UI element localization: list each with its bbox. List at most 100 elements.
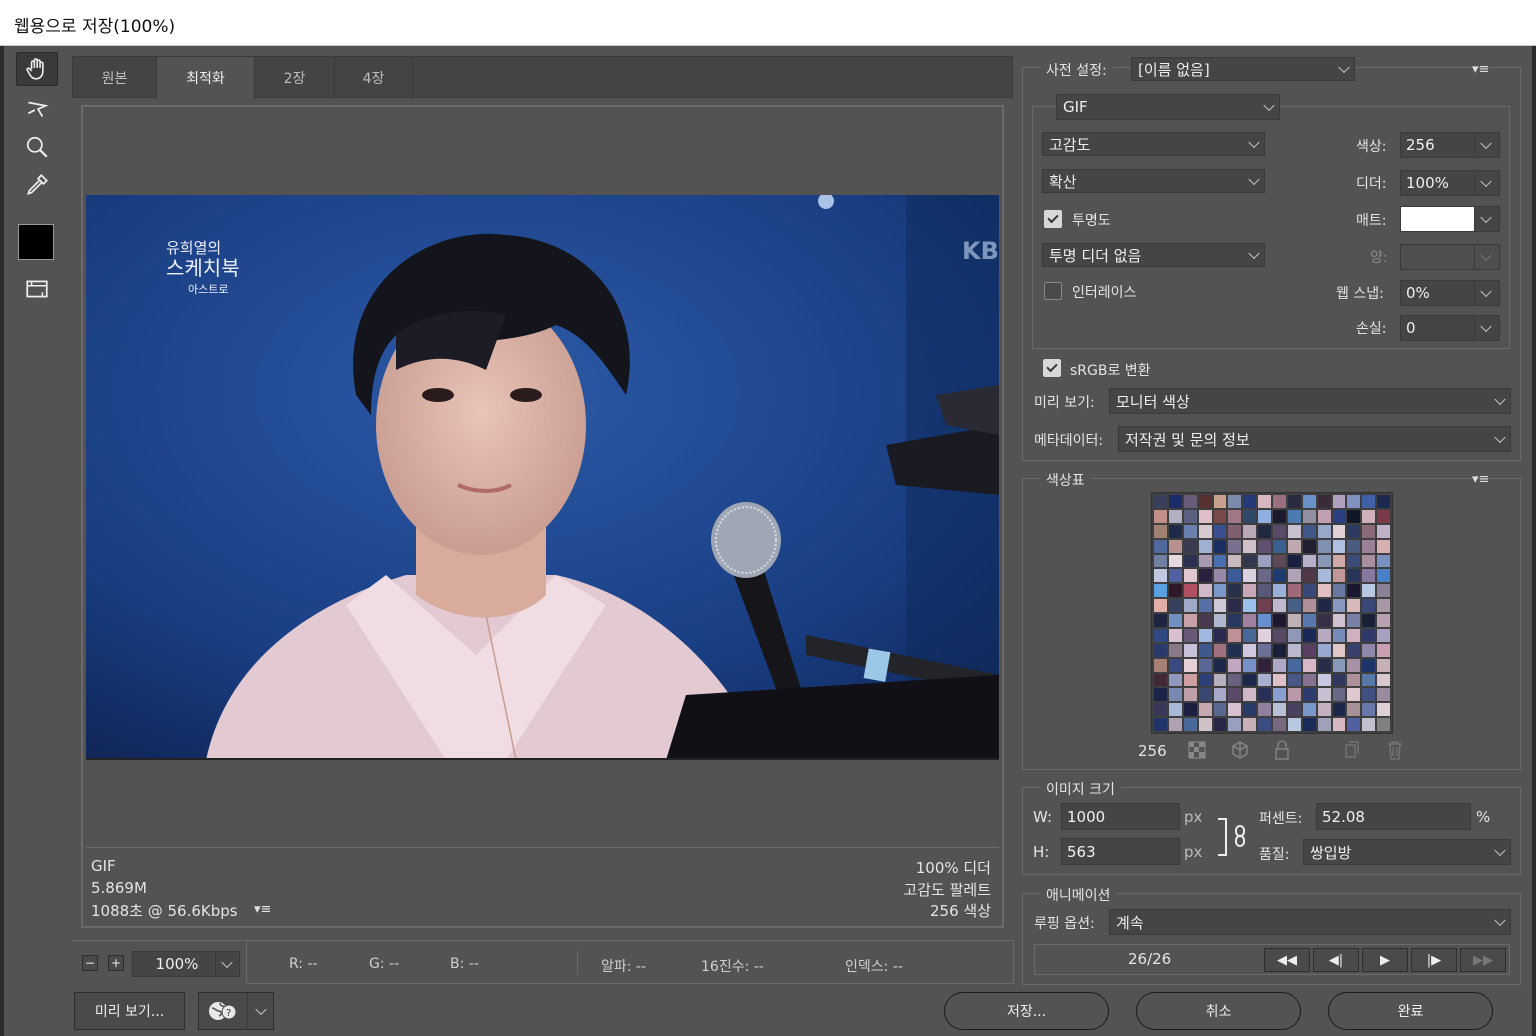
color-swatch[interactable] [1347,495,1361,508]
color-table-grid[interactable] [1151,492,1393,734]
color-swatch[interactable] [1287,495,1301,508]
zoom-in-button[interactable]: + [108,955,124,971]
color-swatch[interactable] [1377,643,1390,657]
color-swatch[interactable] [1154,554,1167,568]
color-swatch[interactable] [1347,599,1361,612]
color-swatch[interactable] [1362,614,1376,627]
color-swatch[interactable] [1362,643,1376,657]
color-swatch[interactable] [1258,658,1271,672]
color-swatch[interactable] [1317,688,1331,702]
color-swatch[interactable] [1228,554,1242,568]
color-swatch[interactable] [1332,703,1346,717]
color-swatch[interactable] [1198,554,1212,568]
color-swatch[interactable] [1198,539,1212,553]
download-speed-menu-icon[interactable]: ▾≡ [254,902,271,917]
eyedropper-color-swatch[interactable] [18,224,54,260]
color-swatch[interactable] [1287,509,1301,523]
color-swatch[interactable] [1377,569,1390,583]
color-swatch[interactable] [1362,688,1376,702]
color-swatch[interactable] [1302,524,1316,538]
color-swatch[interactable] [1332,495,1346,508]
color-swatch[interactable] [1258,599,1271,612]
color-swatch[interactable] [1377,584,1390,598]
color-swatch[interactable] [1347,703,1361,717]
color-swatch[interactable] [1243,584,1257,598]
play-button[interactable]: ▶ [1362,948,1408,972]
color-swatch[interactable] [1213,643,1227,657]
color-swatch[interactable] [1287,584,1301,598]
color-swatch[interactable] [1347,569,1361,583]
browser-select-button[interactable]: ? [198,992,274,1030]
color-swatch[interactable] [1377,628,1390,642]
color-swatch[interactable] [1213,569,1227,583]
color-swatch[interactable] [1228,599,1242,612]
color-swatch[interactable] [1258,569,1271,583]
color-swatch[interactable] [1183,658,1197,672]
color-swatch[interactable] [1168,673,1182,687]
colors-input[interactable]: 256 [1400,132,1500,158]
color-swatch[interactable] [1213,614,1227,627]
color-swatch[interactable] [1213,718,1227,731]
color-swatch[interactable] [1258,628,1271,642]
color-swatch[interactable] [1362,658,1376,672]
color-swatch[interactable] [1183,643,1197,657]
color-swatch[interactable] [1258,614,1271,627]
color-swatch[interactable] [1183,509,1197,523]
color-swatch[interactable] [1347,539,1361,553]
format-select[interactable]: GIF [1056,94,1280,120]
color-swatch[interactable] [1332,584,1346,598]
color-swatch[interactable] [1213,584,1227,598]
color-swatch[interactable] [1317,509,1331,523]
color-swatch[interactable] [1243,509,1257,523]
color-swatch[interactable] [1168,584,1182,598]
color-swatch[interactable] [1243,643,1257,657]
color-swatch[interactable] [1332,539,1346,553]
preset-select[interactable]: [이름 없음] [1131,57,1355,81]
previous-frame-button[interactable]: ◀| [1313,948,1359,972]
color-swatch[interactable] [1198,703,1212,717]
matte-color-swatch[interactable] [1401,207,1475,231]
color-swatch[interactable] [1287,673,1301,687]
color-swatch[interactable] [1273,643,1286,657]
color-swatch[interactable] [1302,569,1316,583]
next-frame-button[interactable]: |▶ [1411,948,1457,972]
color-swatch[interactable] [1213,524,1227,538]
color-swatch[interactable] [1154,569,1167,583]
color-swatch[interactable] [1154,643,1167,657]
color-swatch[interactable] [1228,524,1242,538]
color-swatch[interactable] [1302,673,1316,687]
color-swatch[interactable] [1198,628,1212,642]
color-swatch[interactable] [1228,658,1242,672]
color-swatch[interactable] [1273,658,1286,672]
color-swatch[interactable] [1258,509,1271,523]
color-swatch[interactable] [1332,673,1346,687]
color-swatch[interactable] [1302,584,1316,598]
trash-icon[interactable] [1386,740,1404,760]
color-swatch[interactable] [1273,688,1286,702]
color-swatch[interactable] [1287,524,1301,538]
done-button[interactable]: 완료 [1328,992,1493,1030]
constrain-proportions-link-icon[interactable] [1216,817,1250,857]
color-swatch[interactable] [1243,524,1257,538]
color-swatch[interactable] [1362,628,1376,642]
color-swatch[interactable] [1332,509,1346,523]
dither-input[interactable]: 100% [1400,170,1500,196]
convert-srgb-checkbox[interactable] [1043,359,1061,377]
color-swatch[interactable] [1154,703,1167,717]
color-swatch[interactable] [1154,628,1167,642]
color-swatch[interactable] [1213,673,1227,687]
color-swatch[interactable] [1362,539,1376,553]
color-swatch[interactable] [1377,673,1390,687]
color-swatch[interactable] [1377,718,1390,731]
color-swatch[interactable] [1183,703,1197,717]
preview-select[interactable]: 모니터 색상 [1109,388,1511,414]
color-swatch[interactable] [1302,643,1316,657]
color-swatch[interactable] [1183,524,1197,538]
color-swatch[interactable] [1183,495,1197,508]
toggle-slices-visibility[interactable] [16,272,58,306]
color-swatch[interactable] [1258,673,1271,687]
color-swatch[interactable] [1228,718,1242,731]
lock-icon[interactable] [1274,740,1290,760]
color-swatch[interactable] [1168,703,1182,717]
color-swatch[interactable] [1362,703,1376,717]
